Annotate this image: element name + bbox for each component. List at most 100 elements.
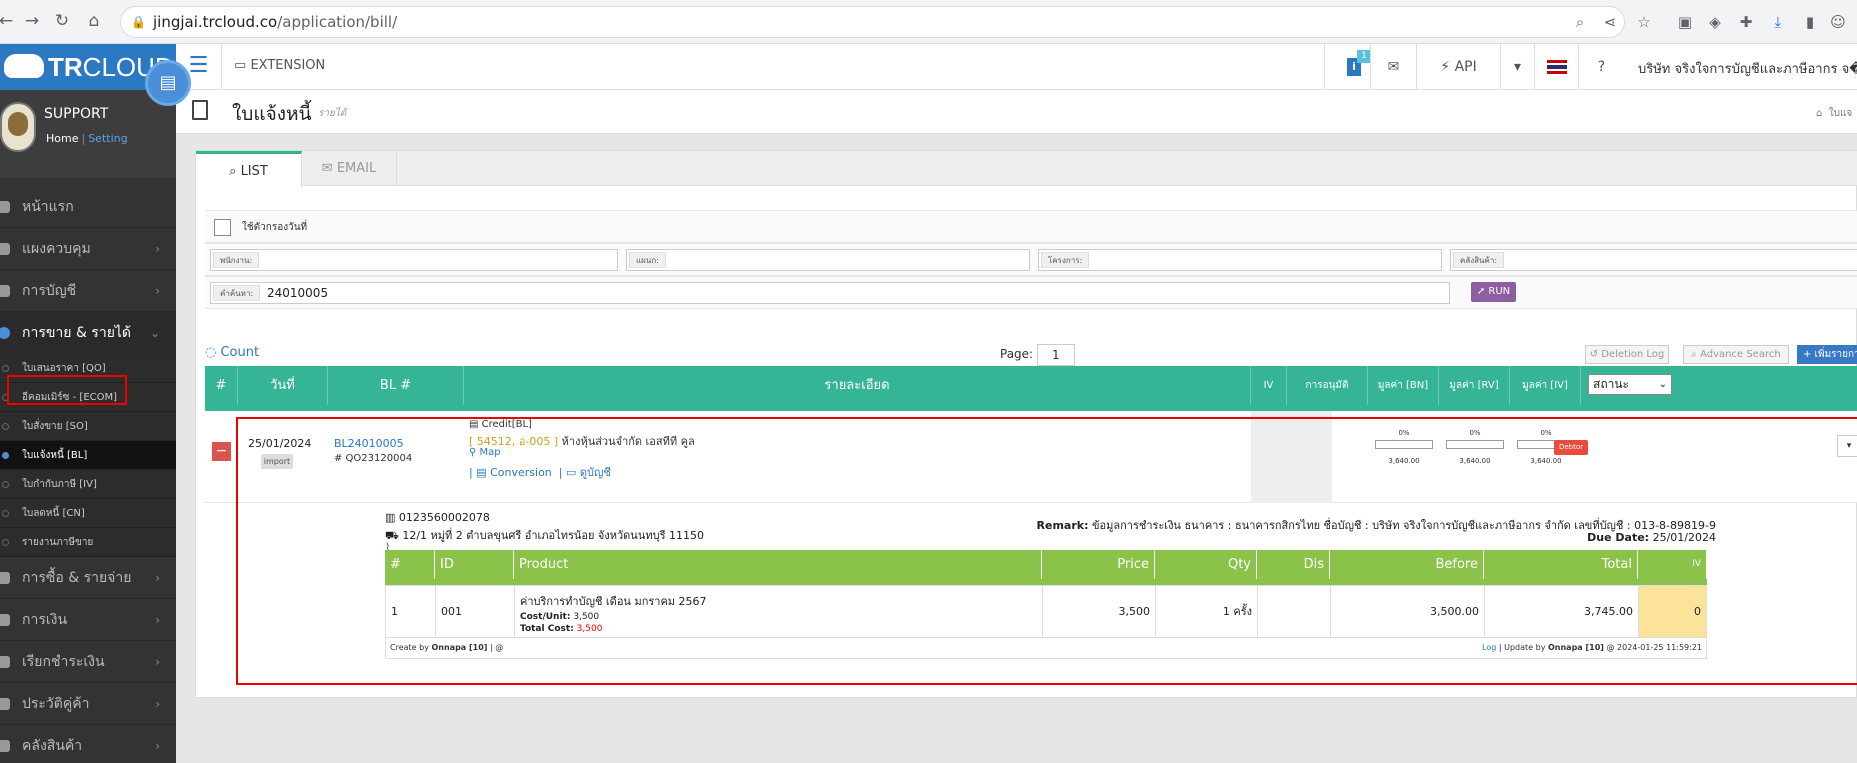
sidebar-item-partners[interactable]: ประวัติคู่ค้า › <box>0 683 176 725</box>
sidebar-item-accounting[interactable]: การบัญชี › <box>0 270 176 312</box>
info-count-badge: 1 <box>1357 50 1371 63</box>
company-name: บริษัท จริงใจการบัญชีและภาษีอากร จ� <box>1638 62 1857 77</box>
extension-shield-icon[interactable]: ◈ <box>1705 12 1725 32</box>
chevron-down-icon: ⌄ <box>149 326 160 340</box>
profile-icon[interactable]: ☺ <box>1828 12 1848 32</box>
zoom-icon[interactable]: ⌕ <box>1570 12 1590 32</box>
sidebar-menu: หน้าแรก แผงควบคุม › การบัญชี › การขาย & รา… <box>0 186 176 763</box>
page-label: Page: <box>1000 347 1034 361</box>
address-bar[interactable]: 🔒 jingjai.trcloud.co/application/bill/ <box>120 6 1625 38</box>
cloud-logo-icon <box>4 54 44 78</box>
col-approval: การอนุมัติ <box>1287 366 1368 405</box>
setting-link[interactable]: Setting <box>88 132 127 145</box>
tab-list[interactable]: ⌕ LIST <box>196 151 302 187</box>
bullet-icon <box>2 539 9 546</box>
sidebar-item-label: การบัญชี <box>22 283 77 299</box>
status-select[interactable]: สถานะ ⌄ <box>1588 374 1672 395</box>
home-link[interactable]: Home <box>46 132 78 145</box>
sidebar-item-label: แผงควบคุม <box>22 241 91 257</box>
breadcrumb[interactable]: ⌂ ใบแจ <box>1816 106 1852 121</box>
quick-book-button[interactable]: ▤ <box>145 60 191 106</box>
home-icon: ⌂ <box>1816 108 1823 119</box>
sidebar-item-label: ประวัติคู่ค้า <box>22 696 90 712</box>
sidebar-item-sales[interactable]: การขาย & รายได้ ⌄ <box>0 312 176 354</box>
date-filter-checkbox[interactable] <box>214 219 231 236</box>
sidebar-subitem-cn[interactable]: ใบลดหนี้ [CN] <box>0 499 176 528</box>
box-icon <box>0 740 10 752</box>
extension-button[interactable]: ▭ EXTENSION <box>234 58 325 73</box>
contact-icon <box>0 698 10 710</box>
profile-links: Home | Setting <box>46 132 128 145</box>
browser-toolbar: ← → ↻ ⌂ 🔒 jingjai.trcloud.co/application… <box>0 0 1857 44</box>
sidebar-item-dashboard[interactable]: แผงควบคุม › <box>0 228 176 270</box>
cloud-icon <box>0 201 10 213</box>
user-profile: SUPPORT Home | Setting <box>0 90 176 178</box>
advance-search-button[interactable]: ⌕ Advance Search <box>1683 345 1789 364</box>
extensions-puzzle-icon[interactable]: ✚ <box>1736 12 1756 32</box>
share-icon[interactable]: ⋖ <box>1600 12 1620 32</box>
extension-label: EXTENSION <box>250 58 326 73</box>
sidebar-subitem-label: ใบเสนอราคา [QO] <box>22 363 106 374</box>
project-field[interactable]: โครงการ: <box>1038 249 1442 271</box>
money-icon <box>0 614 10 626</box>
employee-field[interactable]: พนักงาน: <box>210 249 618 271</box>
forward-icon[interactable]: → <box>22 11 42 31</box>
language-flag[interactable] <box>1534 44 1578 90</box>
search-label: คำค้นหา: <box>213 285 261 301</box>
tab-email[interactable]: ✉ EMAIL <box>302 151 397 186</box>
dollar-icon <box>0 327 10 339</box>
col-index: # <box>205 366 238 405</box>
refresh-icon: ◌ <box>205 345 217 360</box>
collapse-button[interactable]: − <box>212 442 231 461</box>
count-button[interactable]: ◌ Count <box>205 345 259 360</box>
sidebar-subitem-iv[interactable]: ใบกำกับภาษี [IV] <box>0 470 176 499</box>
search-row: คำค้นหา: 24010005 ➚ RUN <box>205 276 1857 309</box>
deletion-log-label: Deletion Log <box>1601 349 1665 360</box>
mail-icon[interactable]: ✉ <box>1370 44 1416 90</box>
avatar <box>0 102 36 152</box>
date-filter-row: ใช้ตัวกรองวันที่ <box>205 210 1857 243</box>
record-highlight-box <box>236 417 1857 685</box>
col-details: รายละเอียด <box>464 366 1251 405</box>
warehouse-field[interactable]: คลังสินค้า: <box>1450 249 1857 271</box>
sidebar-subitem-bl[interactable]: ใบแจ้งหนี้ [BL] <box>0 441 176 470</box>
help-icon[interactable]: ? <box>1578 44 1624 90</box>
chevron-right-icon: › <box>155 739 160 753</box>
sidebar-item-purchase[interactable]: การซื้อ & รายจ่าย › <box>0 557 176 599</box>
api-button[interactable]: ⚡ API <box>1416 44 1500 90</box>
back-icon[interactable]: ← <box>0 11 16 31</box>
sidebar-item-inventory[interactable]: คลังสินค้า › <box>0 725 176 763</box>
deletion-log-button[interactable]: ↺ Deletion Log <box>1585 345 1669 364</box>
side-panel-icon[interactable]: ▮ <box>1800 12 1820 32</box>
col-value-rv: มูลค่า [RV] <box>1439 366 1510 405</box>
page-subtitle: รายได้ <box>318 108 347 119</box>
profile-name: SUPPORT <box>44 106 109 122</box>
list-icon <box>0 656 10 668</box>
table-header: # วันที่ BL # รายละเอียด IV การอนุมัติ ม… <box>205 366 1857 405</box>
chevron-down-icon: ⌄ <box>1658 379 1667 390</box>
add-new-button[interactable]: + เพิ่มรายการ <box>1797 345 1857 364</box>
bookmark-star-icon[interactable]: ☆ <box>1634 12 1654 32</box>
department-field[interactable]: แผนก: <box>626 249 1030 271</box>
tab-label: EMAIL <box>336 161 377 176</box>
thai-flag-icon <box>1546 60 1567 74</box>
extension-line-icon[interactable]: ▣ <box>1675 12 1695 32</box>
run-button[interactable]: ➚ RUN <box>1471 282 1516 302</box>
reload-icon[interactable]: ↻ <box>52 11 72 31</box>
download-icon[interactable]: ⤓ <box>1768 12 1788 32</box>
sidebar-item-label: หน้าแรก <box>22 199 74 215</box>
project-label: โครงการ: <box>1041 252 1090 268</box>
sidebar-subitem-so[interactable]: ใบสั่งขาย [SO] <box>0 412 176 441</box>
tab-label: LIST <box>240 164 268 179</box>
sidebar-item-finance[interactable]: การเงิน › <box>0 599 176 641</box>
caret-down-icon[interactable]: ▾ <box>1500 44 1534 90</box>
page-input[interactable]: 1 <box>1037 344 1075 366</box>
search-input[interactable]: คำค้นหา: 24010005 <box>210 282 1450 304</box>
sidebar-item-home[interactable]: หน้าแรก <box>0 186 176 228</box>
home-icon[interactable]: ⌂ <box>84 11 104 31</box>
plug-icon: ⚡ <box>1440 59 1451 75</box>
sidebar-item-billing[interactable]: เรียกชำระเงิน › <box>0 641 176 683</box>
info-notification[interactable]: i 1 <box>1324 44 1371 90</box>
run-label: RUN <box>1488 286 1511 297</box>
sidebar-subitem-sales-tax[interactable]: รายงานภาษีขาย <box>0 528 176 557</box>
